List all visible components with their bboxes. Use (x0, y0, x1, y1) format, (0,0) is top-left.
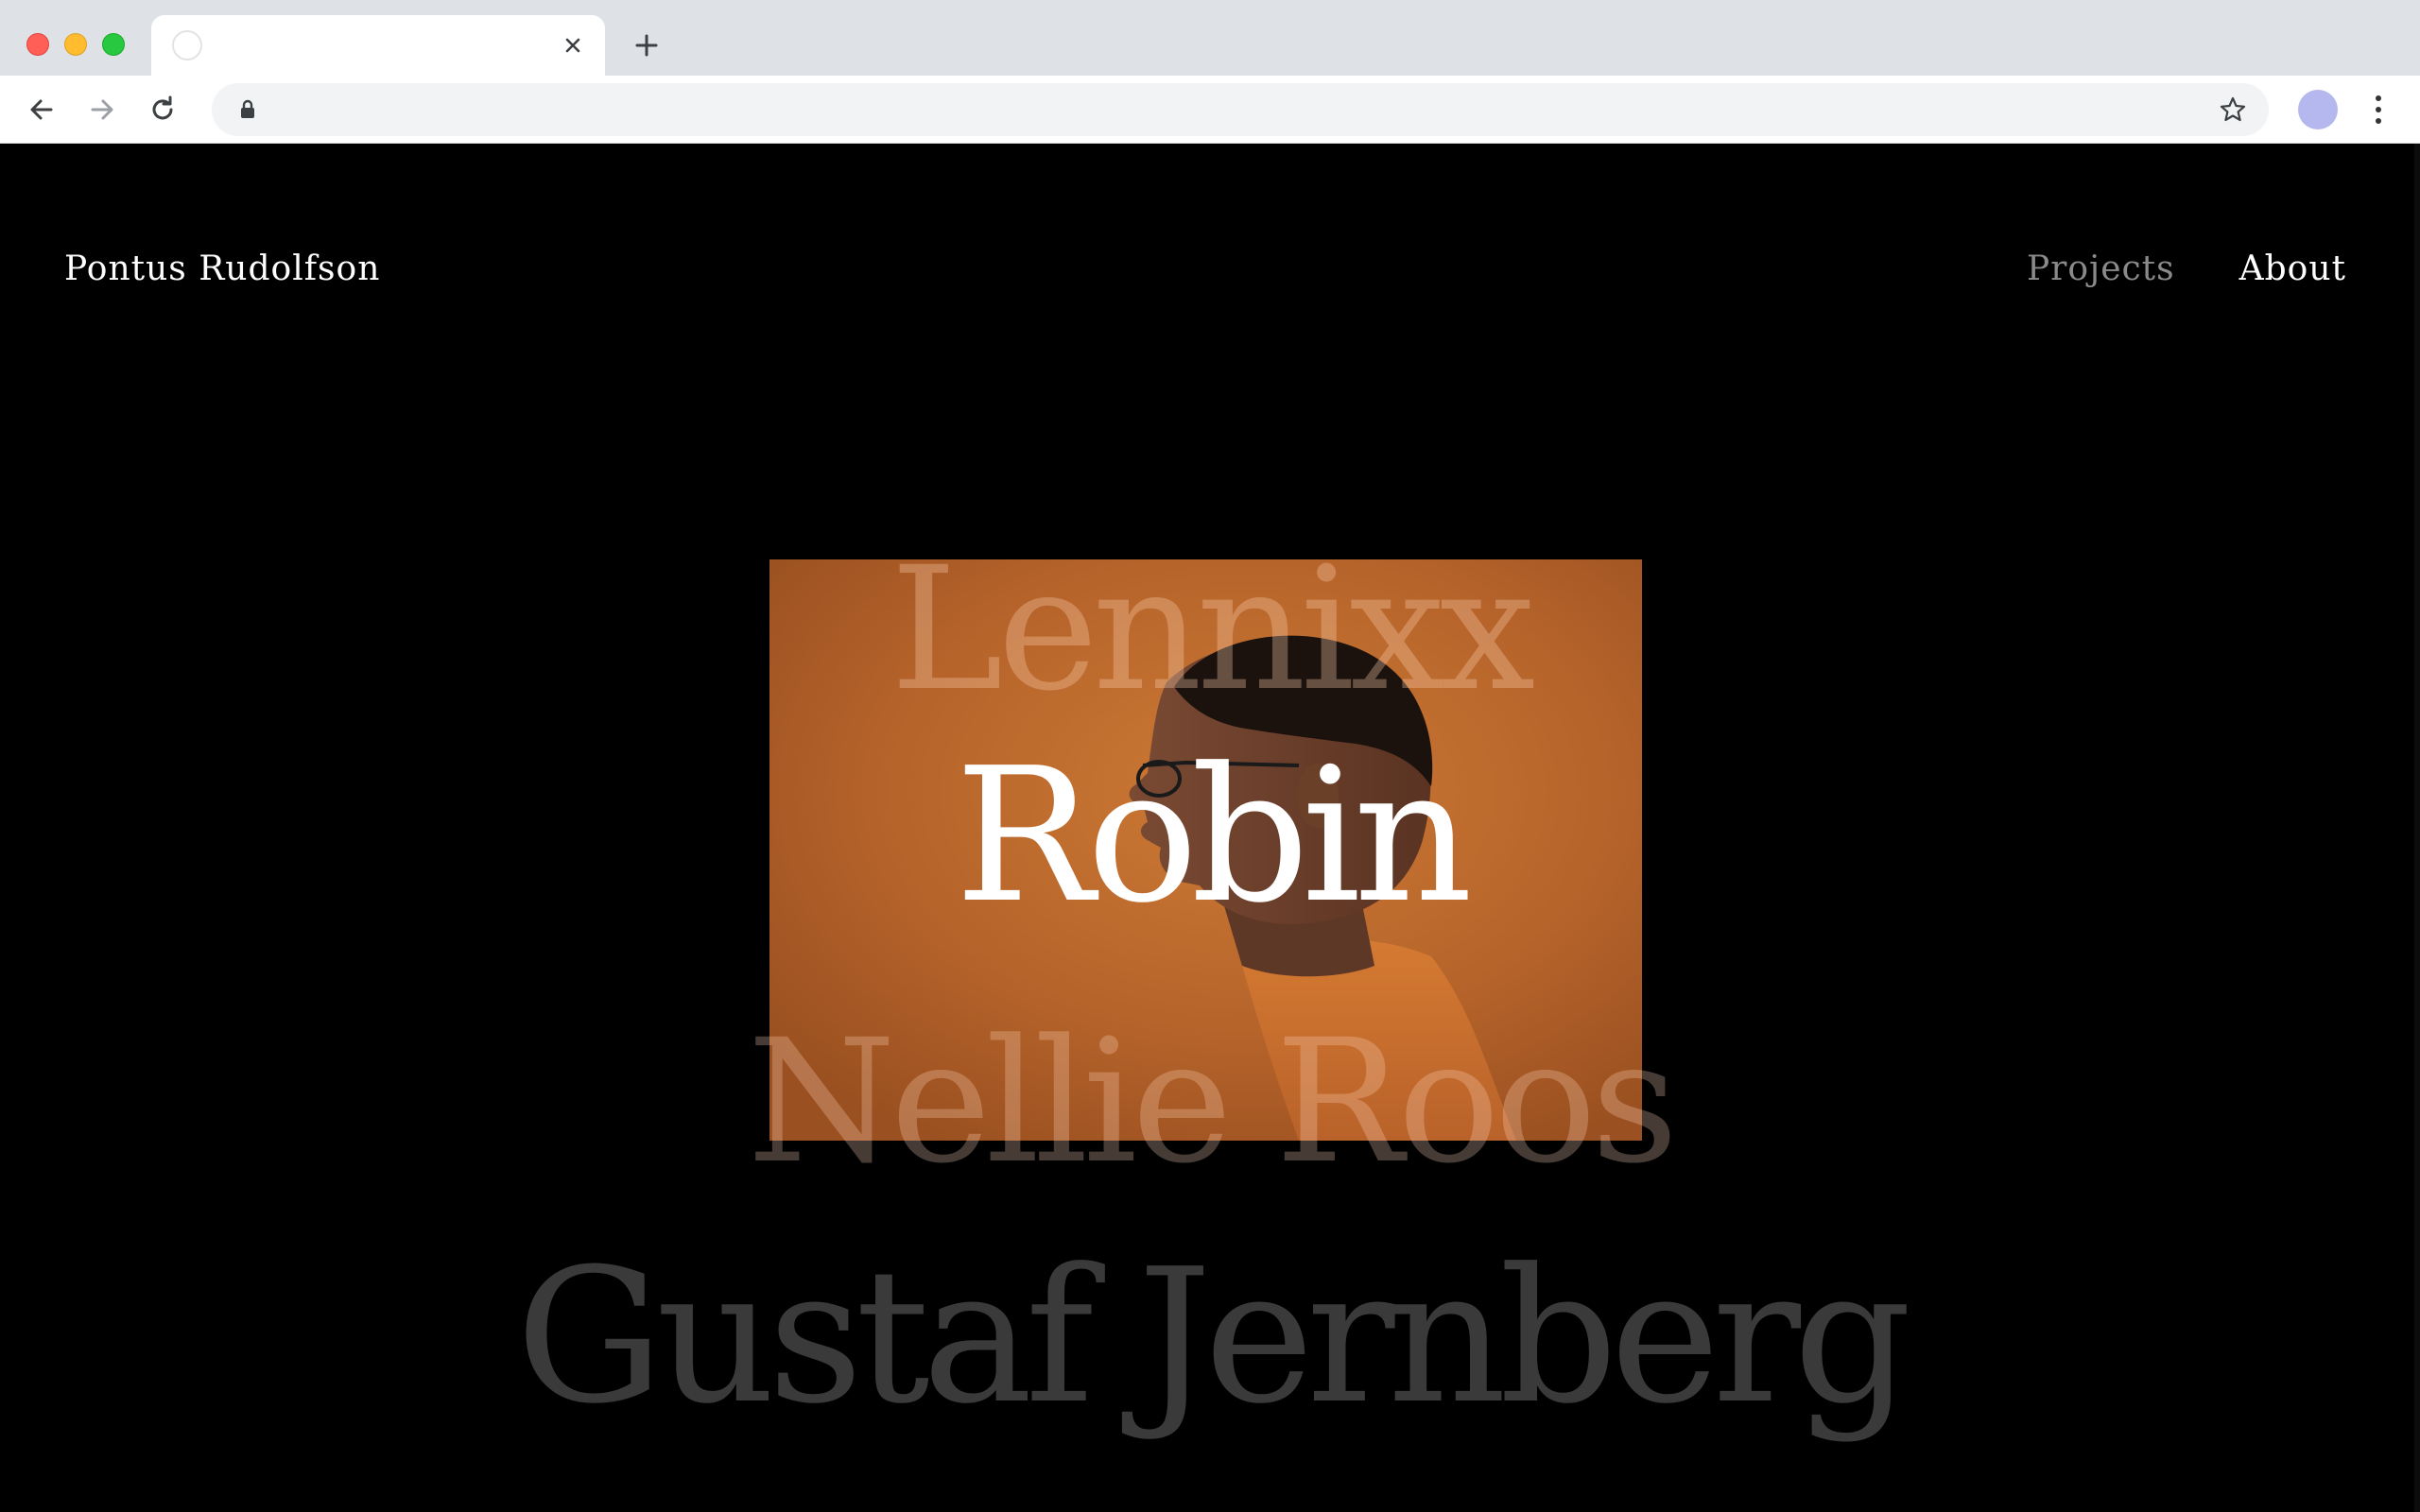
project-title-gustaf-jernberg[interactable]: Gustaf Jernberg (0, 1245, 2420, 1430)
star-icon[interactable] (2218, 94, 2248, 125)
window-zoom-button[interactable] (102, 33, 125, 56)
site-logo-link[interactable]: Pontus Rudolfson (64, 249, 380, 288)
kebab-menu-icon[interactable] (2363, 89, 2394, 130)
arrow-left-icon[interactable] (21, 89, 62, 130)
address-bar[interactable] (212, 83, 2269, 136)
browser-tab[interactable] (151, 15, 605, 76)
project-title-lennixx[interactable]: Lennixx (0, 545, 2420, 715)
close-icon[interactable] (556, 28, 590, 62)
window-close-button[interactable] (26, 33, 49, 56)
nav-link-projects[interactable]: Projects (2027, 249, 2175, 288)
page-viewport: Pontus Rudolfson Projects About Lennixx … (0, 144, 2420, 1512)
avatar[interactable] (2298, 90, 2338, 129)
browser-toolbar (0, 76, 2420, 144)
plus-icon[interactable] (628, 26, 666, 64)
arrow-right-icon[interactable] (81, 89, 123, 130)
browser-tab-strip (0, 0, 2420, 76)
blank-favicon-icon (172, 30, 202, 60)
lock-icon (236, 98, 259, 121)
project-title-robin[interactable]: Robin (0, 744, 2420, 929)
window-minimize-button[interactable] (64, 33, 87, 56)
reload-icon[interactable] (142, 89, 183, 130)
nav-link-about[interactable]: About (2239, 249, 2346, 288)
project-title-nellie-roos[interactable]: Nellie Roos (0, 1018, 2420, 1188)
site-nav: Projects About (2027, 249, 2346, 288)
